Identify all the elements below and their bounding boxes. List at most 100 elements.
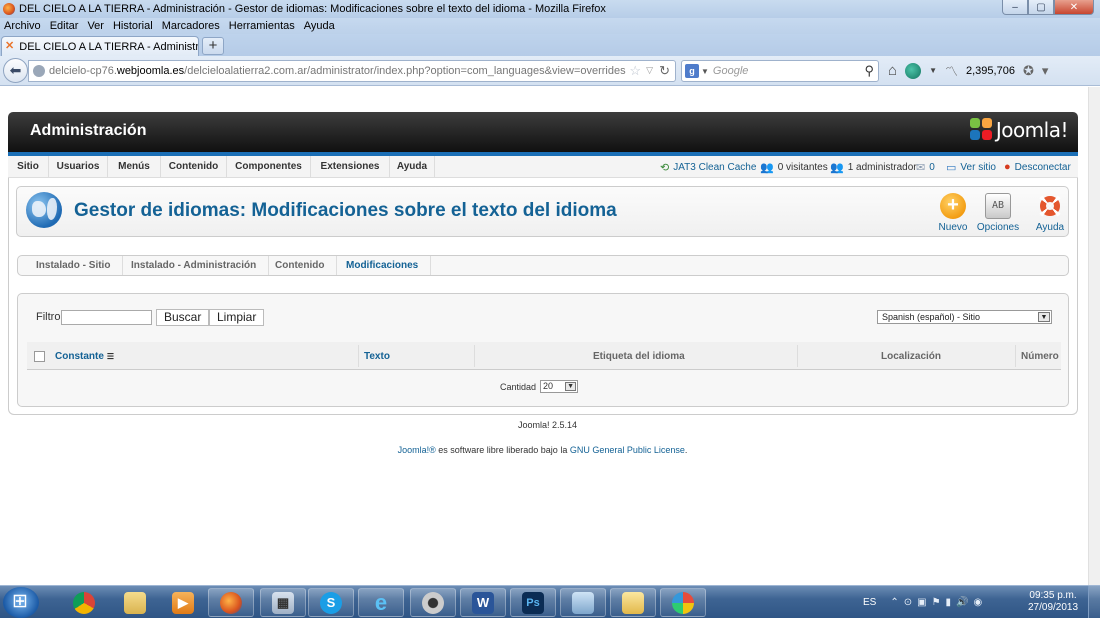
extension-dropdown-icon[interactable]: ▼	[929, 66, 937, 75]
alexa-rank-icon[interactable]: 〽	[945, 61, 958, 80]
addon-icon[interactable]: ✪	[1023, 63, 1034, 79]
joomla-logo-text: Joomla!	[995, 118, 1069, 142]
site-identity-icon[interactable]	[33, 65, 45, 77]
taskbar-skype[interactable]: S	[308, 588, 354, 617]
menu-archivo[interactable]: Archivo	[4, 20, 41, 32]
back-button[interactable]: ⬅	[3, 58, 28, 83]
chevron-down-icon[interactable]: ▼	[1038, 312, 1050, 322]
tray-app-icon[interactable]: ⊙	[904, 597, 912, 608]
browser-tab[interactable]: DEL CIELO A LA TIERRA - Administració...	[1, 36, 199, 56]
taskbar-explorer[interactable]	[112, 588, 158, 617]
taskbar-paint[interactable]	[660, 588, 706, 617]
menu-editar[interactable]: Editar	[50, 20, 79, 32]
language-submenu: Instalado - Sitio Instalado - Administra…	[17, 255, 1069, 276]
column-constante[interactable]: Constante ☰	[55, 351, 114, 362]
maximize-button[interactable]: ▢	[1028, 0, 1054, 15]
admin-menu-usuarios[interactable]: Usuarios	[49, 156, 108, 178]
menu-marcadores[interactable]: Marcadores	[162, 20, 220, 32]
menu-ver[interactable]: Ver	[87, 20, 104, 32]
bookmark-star-icon[interactable]: ☆	[629, 63, 641, 79]
overrides-table-header: Constante ☰ Texto Etiqueta del idioma Loc…	[27, 342, 1061, 370]
joomla-link[interactable]: Joomla!®	[398, 445, 436, 455]
visitors-icon: 👥	[760, 161, 774, 174]
home-icon[interactable]: ⌂	[888, 62, 897, 79]
filter-search-input[interactable]	[61, 310, 152, 325]
column-texto[interactable]: Texto	[364, 351, 390, 362]
submenu-instalado-sitio[interactable]: Instalado - Sitio	[24, 256, 124, 275]
taskbar-internet-explorer[interactable]: e	[358, 588, 404, 617]
reload-icon[interactable]: ↻	[659, 63, 670, 79]
google-engine-icon[interactable]: g	[685, 64, 699, 78]
taskbar-clock[interactable]: 09:35 p.m. 27/09/2013	[1028, 590, 1078, 614]
admins-icon: 👥	[830, 161, 844, 174]
select-all-checkbox[interactable]	[34, 351, 45, 362]
search-icon[interactable]: ⚲	[864, 63, 874, 79]
menu-overflow-icon[interactable]: ▾	[1042, 63, 1049, 79]
internet-explorer-icon: e	[374, 589, 388, 615]
submenu-contenido[interactable]: Contenido	[263, 256, 338, 275]
taskbar-calculator[interactable]: ▦	[260, 588, 306, 617]
admin-menu-sitio[interactable]: Sitio	[8, 156, 49, 178]
view-site-link[interactable]: ▭ Ver sitio	[946, 156, 996, 178]
taskbar-firefox[interactable]	[208, 588, 254, 617]
security-icon[interactable]: ◉	[974, 597, 983, 608]
close-window-button[interactable]: ✕	[1054, 0, 1094, 15]
action-center-icon[interactable]: ⚑	[932, 597, 941, 608]
taskbar-app[interactable]	[560, 588, 606, 617]
language-client-value: Spanish (español) - Sitio	[882, 312, 981, 322]
taskbar-photoshop[interactable]: Ps	[510, 588, 556, 617]
admin-menu-menus[interactable]: Menús	[108, 156, 161, 178]
taskbar-webcam[interactable]	[410, 588, 456, 617]
admin-menu-extensiones[interactable]: Extensiones	[311, 156, 390, 178]
clear-button[interactable]: Limpiar	[209, 309, 265, 326]
joomla-logo: Joomla!	[969, 118, 1069, 142]
firefox-icon	[220, 591, 242, 614]
toolbar-extensions: ⌂ ▼ 〽 2,395,706 ✪ ▾	[888, 61, 1048, 80]
vertical-scrollbar[interactable]	[1088, 87, 1100, 585]
menu-herramientas[interactable]: Herramientas	[229, 20, 295, 32]
taskbar-chrome[interactable]	[61, 588, 107, 617]
tray-expand-icon[interactable]: ⌃	[890, 597, 898, 608]
minimize-button[interactable]: –	[1002, 0, 1028, 15]
page-toolbar: Gestor de idiomas: Modificaciones sobre …	[16, 186, 1069, 237]
url-history-dropdown-icon[interactable]: ▽	[646, 65, 653, 76]
submenu-modificaciones[interactable]: Modificaciones	[334, 256, 432, 275]
limit-select[interactable]: 20 ▼	[540, 380, 579, 393]
extension-icon[interactable]	[905, 62, 922, 79]
admin-menu-ayuda[interactable]: Ayuda	[390, 156, 435, 178]
options-button[interactable]: AB Opciones	[975, 193, 1021, 233]
logout-link[interactable]: ● Desconectar	[1004, 156, 1071, 178]
column-separator	[1015, 345, 1016, 367]
start-button[interactable]	[3, 587, 39, 618]
tray-device-icon[interactable]: ▣	[917, 597, 926, 608]
search-button[interactable]: Buscar	[156, 309, 210, 326]
menu-ayuda[interactable]: Ayuda	[304, 20, 335, 32]
admin-menu-componentes[interactable]: Componentes	[227, 156, 311, 178]
engine-dropdown-icon[interactable]: ▼	[701, 67, 709, 76]
window-controls: – ▢ ✕	[1002, 0, 1094, 15]
new-tab-button[interactable]: +	[202, 37, 224, 55]
menu-historial[interactable]: Historial	[113, 20, 153, 32]
filter-label: Filtro:	[36, 311, 64, 323]
chevron-down-icon[interactable]: ▼	[565, 382, 577, 391]
limit-value: 20	[543, 381, 554, 391]
gpl-license-link[interactable]: GNU General Public License	[570, 445, 685, 455]
new-button[interactable]: + Nuevo	[930, 193, 976, 233]
admin-menu-contenido[interactable]: Contenido	[161, 156, 227, 178]
network-icon[interactable]: ▮	[946, 597, 952, 608]
help-button[interactable]: Ayuda	[1027, 193, 1073, 233]
clock-time: 09:35 p.m.	[1029, 590, 1077, 601]
taskbar-folder[interactable]	[610, 588, 656, 617]
tab-bar: DEL CIELO A LA TIERRA - Administració...…	[0, 34, 1100, 56]
show-desktop-button[interactable]	[1088, 586, 1100, 618]
search-bar[interactable]: g ▼ Google ⚲	[681, 60, 879, 82]
taskbar-word[interactable]: W	[460, 588, 506, 617]
messages-status[interactable]: ✉ 0	[916, 156, 935, 178]
url-bar[interactable]: delcielo-cp76.webjoomla.es/delcieloalati…	[28, 60, 676, 82]
clean-cache-link[interactable]: ⟲ JAT3 Clean Cache	[660, 156, 756, 178]
submenu-instalado-administracion[interactable]: Instalado - Administración	[119, 256, 270, 275]
input-language[interactable]: ES	[863, 597, 876, 608]
taskbar-media-player[interactable]: ▶	[160, 588, 206, 617]
volume-icon[interactable]: 🔊	[956, 597, 968, 608]
language-client-select[interactable]: Spanish (español) - Sitio ▼	[877, 310, 1052, 324]
